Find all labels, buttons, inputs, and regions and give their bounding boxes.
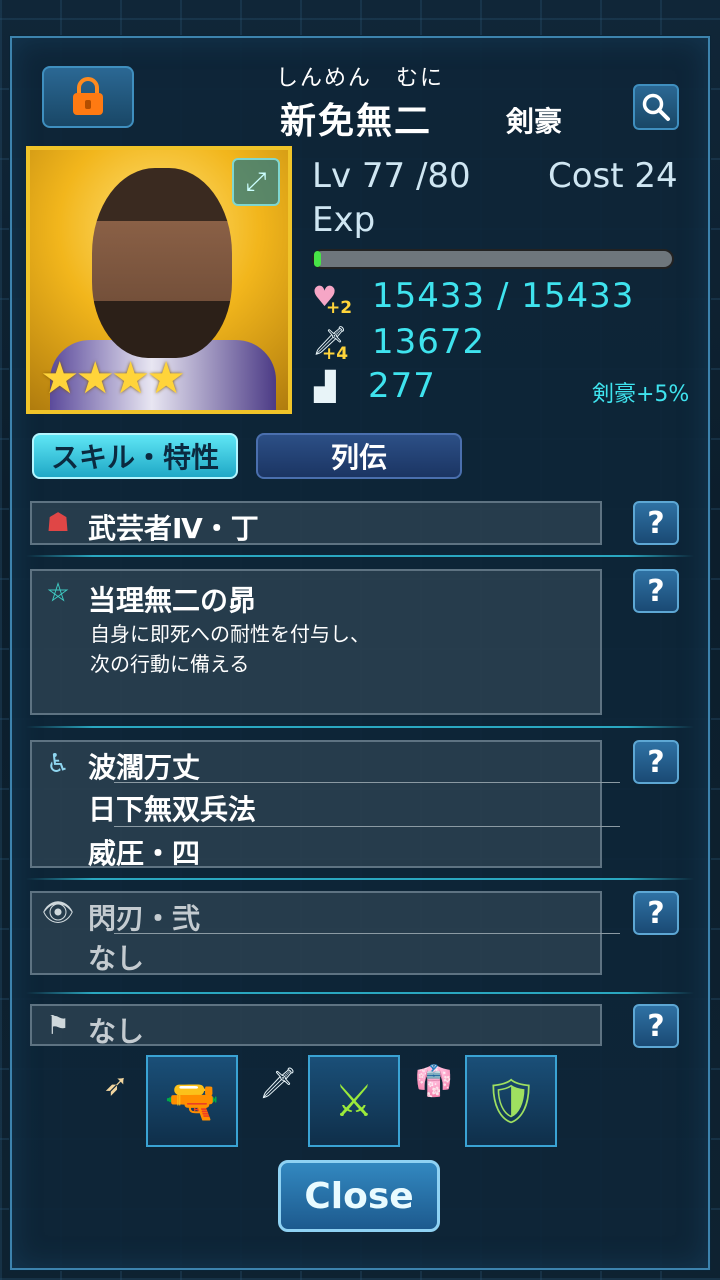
skill-desc-line2: 次の行動に備える	[90, 652, 250, 676]
pentagram-icon: ⛤	[47, 577, 69, 608]
expand-icon: ⤢	[245, 166, 267, 197]
divider	[26, 555, 694, 557]
portrait-face	[92, 168, 232, 358]
hp-value: 15433 / 15433	[372, 276, 635, 316]
separator	[114, 933, 620, 934]
cost-label: Cost	[548, 156, 624, 196]
cost-row: Cost 24	[548, 156, 678, 196]
character-portrait[interactable]: ⤢ ★★★★	[26, 146, 292, 414]
character-class: 剣豪	[506, 105, 563, 138]
search-icon	[642, 93, 670, 121]
tab-skills[interactable]: スキル・特性	[32, 433, 238, 479]
passive-2: 日下無双兵法	[88, 793, 257, 826]
exp-bar	[312, 249, 674, 269]
character-name: 新免無二	[280, 101, 433, 142]
samurai-armor-icon: 🛡	[483, 1076, 539, 1127]
exp-label: Exp	[312, 200, 376, 240]
helmet-icon: ☗	[46, 508, 70, 538]
flag-slot: ⚑ なし	[30, 1004, 602, 1048]
skill-title: 当理無二の昴	[88, 584, 257, 617]
person-icon: ♿	[46, 749, 70, 779]
help-button-awaken[interactable]: ?	[633, 891, 679, 935]
class-trait-slot: ☗ 武芸者Ⅳ・丁	[30, 501, 602, 545]
boot-icon: ▟	[314, 370, 336, 403]
bullet-icon: ➶	[103, 1068, 129, 1103]
divider	[26, 878, 694, 880]
separator	[114, 782, 620, 783]
class-trait-title: 武芸者Ⅳ・丁	[88, 512, 259, 545]
search-button[interactable]	[633, 84, 679, 130]
level-row: Lv 77 /80	[312, 156, 471, 196]
eye-icon: 👁	[41, 898, 75, 928]
skill-slot: ⛤ 当理無二の昴 自身に即死への耐性を付与し、 次の行動に備える	[30, 569, 602, 715]
crossed-swords-icon: ⚔	[334, 1075, 374, 1127]
heart-icon: ♥ +2	[312, 280, 353, 318]
help-button-class-trait[interactable]: ?	[633, 501, 679, 545]
close-button[interactable]: Close	[278, 1160, 440, 1232]
level-max: /80	[415, 156, 471, 196]
passive-slot: ♿ 波濶万丈 日下無双兵法 威圧・四	[30, 740, 620, 870]
hp-bonus: +2	[326, 298, 353, 318]
flag-value: なし	[88, 1015, 145, 1048]
skill-desc-line1: 自身に即死への耐性を付与し、	[90, 622, 370, 646]
equip-armor-slot[interactable]: 🛡	[465, 1055, 557, 1147]
rarity-stars: ★★★★	[40, 353, 186, 404]
sword-icon: 🗡	[258, 1066, 298, 1101]
exp-bar-fill	[314, 251, 322, 267]
level-value: 77	[361, 156, 406, 196]
cost-value: 24	[634, 156, 678, 196]
lock-button[interactable]	[42, 66, 134, 128]
class-bonus: 剣豪+5%	[592, 382, 690, 407]
divider	[26, 992, 694, 994]
speed-value: 277	[368, 366, 436, 406]
awaken-slot: 👁 閃刃・弐 なし	[30, 891, 620, 975]
atk-bonus: +4	[322, 344, 349, 364]
handgun-icon: 🔫	[164, 1076, 220, 1127]
passive-1: 波濶万丈	[88, 751, 201, 784]
flag-icon: ⚑	[46, 1011, 70, 1041]
help-button-flag[interactable]: ?	[633, 1004, 679, 1048]
passive-3: 威圧・四	[88, 837, 201, 870]
equip-weapon-slot[interactable]: ⚔	[308, 1055, 400, 1147]
divider	[26, 726, 694, 728]
awaken-2: なし	[88, 942, 145, 975]
lock-icon	[73, 77, 103, 115]
character-name-kana: しんめん むに	[276, 66, 445, 91]
help-button-skill[interactable]: ?	[633, 569, 679, 613]
awaken-1: 閃刃・弐	[88, 902, 201, 935]
equip-gun-slot[interactable]: 🔫	[146, 1055, 238, 1147]
separator	[114, 826, 620, 827]
sword-icon: 🗡 +4	[312, 324, 349, 364]
expand-button[interactable]: ⤢	[232, 158, 280, 206]
attack-value: 13672	[372, 322, 486, 362]
help-button-passive[interactable]: ?	[633, 740, 679, 784]
tab-biography[interactable]: 列伝	[256, 433, 462, 479]
armor-icon: 👘	[415, 1064, 453, 1099]
level-label: Lv	[312, 156, 352, 196]
